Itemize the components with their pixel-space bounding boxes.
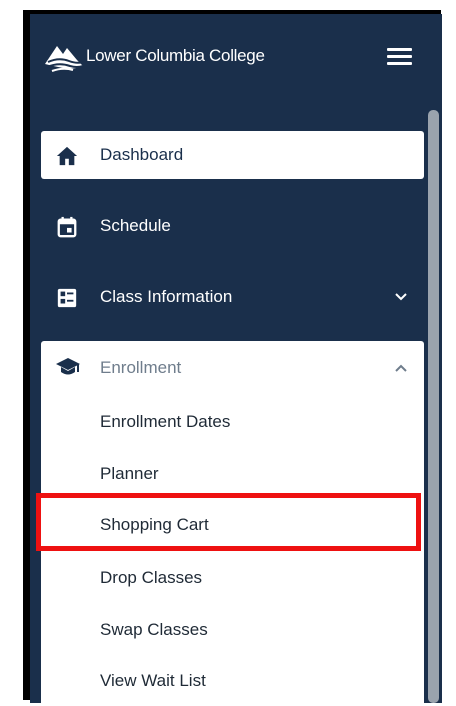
subnav-item-label: Planner — [100, 464, 159, 483]
subnav-item-label: View Wait List — [100, 671, 206, 690]
college-name: Lower Columbia College — [86, 46, 265, 65]
nav-item-class-information[interactable]: Class Information — [41, 273, 424, 321]
subnav-item-label: Swap Classes — [100, 620, 208, 639]
subnav-item-label: Drop Classes — [100, 568, 203, 587]
nav-item-label: Enrollment — [100, 358, 182, 377]
nav-item-schedule[interactable]: Schedule — [41, 202, 424, 250]
subnav-item-label: Enrollment Dates — [100, 412, 231, 431]
class-list-icon — [57, 288, 77, 308]
subnav-item-drop-classes[interactable]: Drop Classes — [41, 556, 424, 600]
enrollment-section: Enrollment Enrollment Dates Planner Shop… — [41, 341, 424, 703]
chevron-down-icon — [395, 293, 407, 301]
hamburger-menu-icon[interactable] — [387, 48, 415, 68]
subnav-item-view-wait-list[interactable]: View Wait List — [41, 659, 424, 703]
nav-item-label: Class Information — [100, 287, 233, 306]
calendar-icon — [57, 216, 77, 238]
lcc-logo-icon — [45, 46, 84, 72]
subnav-item-planner[interactable]: Planner — [41, 452, 424, 496]
nav-item-enrollment[interactable]: Enrollment — [41, 341, 424, 393]
sidebar-header: Lower Columbia College — [30, 14, 442, 96]
subnav-item-shopping-cart[interactable]: Shopping Cart — [41, 503, 424, 547]
nav-item-label: Dashboard — [100, 145, 184, 164]
subnav-item-swap-classes[interactable]: Swap Classes — [41, 608, 424, 652]
scrollbar-thumb[interactable] — [428, 110, 439, 703]
nav-item-dashboard[interactable]: Dashboard — [41, 131, 424, 179]
nav-item-label: Schedule — [100, 216, 171, 235]
home-icon — [56, 146, 78, 166]
chevron-up-icon — [395, 364, 407, 372]
subnav-item-label: Shopping Cart — [100, 515, 209, 534]
sidebar: Lower Columbia College Dashboard Schedul… — [30, 14, 442, 703]
subnav-item-enrollment-dates[interactable]: Enrollment Dates — [41, 400, 424, 444]
graduation-cap-icon — [56, 358, 80, 375]
